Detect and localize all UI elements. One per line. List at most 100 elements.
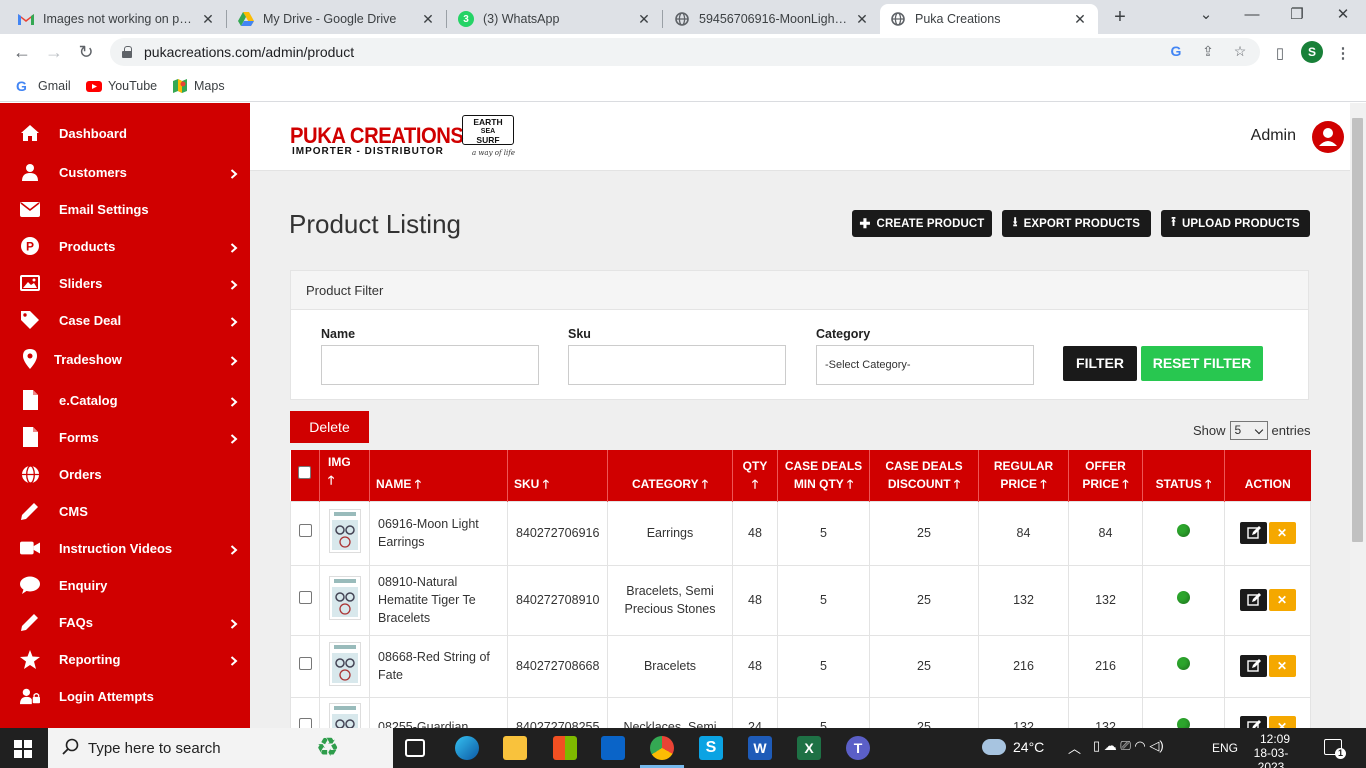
status-active-icon[interactable] [1177, 718, 1190, 728]
weather-cloud-icon[interactable] [982, 739, 1006, 755]
sidebar-item-instruction-videos[interactable]: Instruction Videos [0, 530, 250, 566]
teams-icon[interactable]: T [846, 736, 870, 760]
col-case-discount[interactable]: CASE DEALS DISCOUNT 🡑 [869, 450, 979, 501]
status-active-icon[interactable] [1177, 524, 1190, 537]
table-row[interactable]: 08255-Guardian 840272708255 Necklaces, Sem… [290, 696, 1311, 728]
row-select-cell[interactable] [290, 634, 320, 698]
col-case-min-qty[interactable]: CASE DEALS MIN QTY 🡑 [777, 450, 870, 501]
language-indicator[interactable]: ENG [1212, 741, 1238, 755]
table-row[interactable]: 08910-Natural Hematite Tiger Te Bracelet… [290, 564, 1311, 636]
sidebar-item-customers[interactable]: Customers [0, 154, 250, 190]
skype-icon[interactable]: S [699, 736, 723, 760]
name-input[interactable] [321, 345, 539, 385]
sidebar-item-enquiry[interactable]: Enquiry [0, 567, 250, 603]
product-name-link[interactable]: 06916-Moon Light Earrings [369, 500, 508, 566]
edit-icon[interactable] [1239, 716, 1267, 728]
restore-button[interactable]: ❐ [1283, 3, 1311, 27]
admin-username[interactable]: Admin [1251, 127, 1296, 145]
close-tab-icon[interactable]: ✕ [1072, 11, 1088, 28]
delete-button[interactable]: Delete [290, 411, 369, 443]
user-avatar-icon[interactable] [1312, 121, 1344, 153]
close-window-button[interactable]: ✕ [1329, 3, 1357, 27]
scrollbar-thumb[interactable] [1352, 118, 1363, 542]
status-active-icon[interactable] [1177, 657, 1190, 670]
entries-select[interactable]: 5 [1229, 421, 1268, 440]
sidebar-item-case-deal[interactable]: Case Deal [0, 302, 250, 338]
notification-icon[interactable]: 1 [1324, 739, 1346, 759]
delete-x-icon[interactable]: ✕ [1268, 716, 1296, 728]
delete-x-icon[interactable]: ✕ [1268, 522, 1296, 544]
filter-button[interactable]: FILTER [1063, 346, 1137, 381]
edit-icon[interactable] [1239, 655, 1267, 677]
row-select-cell[interactable] [290, 500, 320, 566]
sidebar-item-login-attempts[interactable]: Login Attempts [0, 678, 250, 714]
close-tab-icon[interactable]: ✕ [854, 11, 870, 28]
side-panel-icon[interactable]: ▯ [1270, 44, 1290, 64]
sidebar-item-faqs[interactable]: FAQs [0, 604, 250, 640]
kebab-menu-icon[interactable]: ⋮ [1333, 44, 1353, 64]
minimize-button[interactable]: — [1238, 3, 1266, 27]
category-select[interactable]: -Select Category- [816, 345, 1034, 385]
bookmark-youtube[interactable]: YouTube [86, 76, 157, 96]
reload-button[interactable]: ↻ [74, 40, 98, 64]
sidebar-item-forms[interactable]: Forms [0, 419, 250, 455]
table-row[interactable]: 08668-Red String of Fate 840272708668 Brac… [290, 634, 1311, 698]
tab-search-icon[interactable]: ⌄ [1192, 3, 1220, 27]
browser-tab[interactable]: 3 (3) WhatsApp ✕ [448, 4, 662, 34]
delete-x-icon[interactable]: ✕ [1268, 589, 1296, 611]
col-offer-price[interactable]: OFFER PRICE 🡑 [1068, 450, 1143, 501]
col-category[interactable]: CATEGORY 🡑 [607, 450, 733, 501]
row-checkbox[interactable] [298, 591, 312, 604]
puka-creations-logo[interactable]: PUKA CREATIONS IMPORTER - DISTRIBUTOR EA… [290, 115, 520, 163]
chrome-icon[interactable] [650, 736, 674, 760]
export-products-button[interactable]: ⭳ EXPORT PRODUCTS [1002, 210, 1151, 237]
col-regular-price[interactable]: REGULAR PRICE 🡑 [978, 450, 1069, 501]
edit-icon[interactable] [1239, 589, 1267, 611]
excel-icon[interactable]: X [797, 736, 821, 760]
share-icon[interactable]: ⇪ [1199, 42, 1217, 60]
sidebar-item-products[interactable]: P Products [0, 228, 250, 264]
windows-start-icon[interactable] [14, 740, 32, 761]
sidebar-item-reporting[interactable]: Reporting [0, 641, 250, 677]
tray-chevron-icon[interactable]: ︿ [1068, 738, 1081, 757]
col-qty[interactable]: QTY 🡑 [732, 450, 778, 501]
browser-tab[interactable]: My Drive - Google Drive ✕ [228, 4, 446, 34]
edit-icon[interactable] [1239, 522, 1267, 544]
select-all-checkbox[interactable] [298, 466, 312, 480]
reset-filter-button[interactable]: RESET FILTER [1141, 346, 1263, 381]
row-checkbox[interactable] [298, 657, 312, 670]
row-checkbox[interactable] [298, 524, 312, 537]
product-name-link[interactable]: 08255-Guardian [369, 696, 508, 728]
edge-icon[interactable] [455, 736, 479, 760]
close-tab-icon[interactable]: ✕ [420, 11, 436, 28]
close-tab-icon[interactable]: ✕ [636, 11, 652, 28]
clock[interactable]: 12:09 18-03-2023 [1250, 732, 1300, 768]
new-tab-button[interactable]: + [1108, 4, 1132, 30]
row-checkbox[interactable] [298, 718, 312, 728]
sidebar-item-orders[interactable]: Orders [0, 456, 250, 492]
forward-button[interactable]: → [42, 40, 66, 64]
table-row[interactable]: 06916-Moon Light Earrings 840272706916 Ear… [290, 500, 1311, 566]
browser-tab[interactable]: Images not working on prod ✕ [8, 4, 226, 34]
create-product-button[interactable]: ✚ CREATE PRODUCT [852, 210, 992, 237]
col-name[interactable]: NAME 🡑 [369, 450, 508, 501]
profile-avatar[interactable]: S [1301, 41, 1323, 63]
sidebar-item-e-catalog[interactable]: e.Catalog [0, 382, 250, 418]
upload-products-button[interactable]: ⭱ UPLOAD PRODUCTS [1161, 210, 1310, 237]
bookmark-maps[interactable]: Maps [172, 76, 225, 96]
google-translate-icon[interactable]: G [1167, 42, 1185, 60]
temperature-text[interactable]: 24°C [1013, 739, 1044, 755]
sku-input[interactable] [568, 345, 786, 385]
col-status[interactable]: STATUS 🡑 [1142, 450, 1225, 501]
sidebar-item-dashboard[interactable]: Dashboard [0, 115, 250, 151]
address-bar[interactable]: pukacreations.com/admin/product [110, 38, 1260, 66]
row-select-cell[interactable] [290, 564, 320, 636]
status-active-icon[interactable] [1177, 591, 1190, 604]
file-explorer-icon[interactable] [503, 736, 527, 760]
store-icon[interactable] [553, 736, 577, 760]
product-name-link[interactable]: 08910-Natural Hematite Tiger Te Bracelet… [369, 564, 508, 636]
back-button[interactable]: ← [10, 40, 34, 64]
sidebar-item-cms[interactable]: CMS [0, 493, 250, 529]
mail-icon[interactable] [601, 736, 625, 760]
sidebar-item-tradeshow[interactable]: Tradeshow [0, 341, 250, 377]
